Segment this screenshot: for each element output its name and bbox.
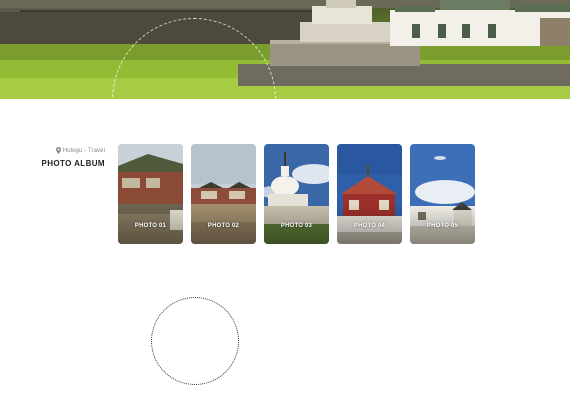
photo-card-02[interactable]: PHOTO 02 <box>191 144 256 244</box>
hero-banner <box>0 0 570 99</box>
album-header: Hulegu - Travel PHOTO ALBUM <box>0 147 105 168</box>
cursor-ring <box>151 297 239 385</box>
hero-landscape-image <box>0 0 570 99</box>
photo-01-label: PHOTO 01 <box>134 223 167 229</box>
photo-03-label: PHOTO 03 <box>280 223 313 229</box>
photo-02-label: PHOTO 02 <box>207 223 240 229</box>
photo-card-04[interactable]: PHOTO 04 <box>337 144 402 244</box>
photo-05-label: PHOTO 05 <box>426 223 459 229</box>
photo-card-05[interactable]: PHOTO 05 <box>410 144 475 244</box>
map-pin-icon <box>55 147 61 154</box>
album-location: Hulegu - Travel <box>0 147 105 154</box>
album-title: PHOTO ALBUM <box>41 159 105 168</box>
photo-card-01[interactable]: PHOTO 01 <box>118 144 183 244</box>
album-location-text: Hulegu - Travel <box>62 147 105 154</box>
photo-04-label: PHOTO 04 <box>353 223 386 229</box>
photo-card-03[interactable]: PHOTO 03 <box>264 144 329 244</box>
